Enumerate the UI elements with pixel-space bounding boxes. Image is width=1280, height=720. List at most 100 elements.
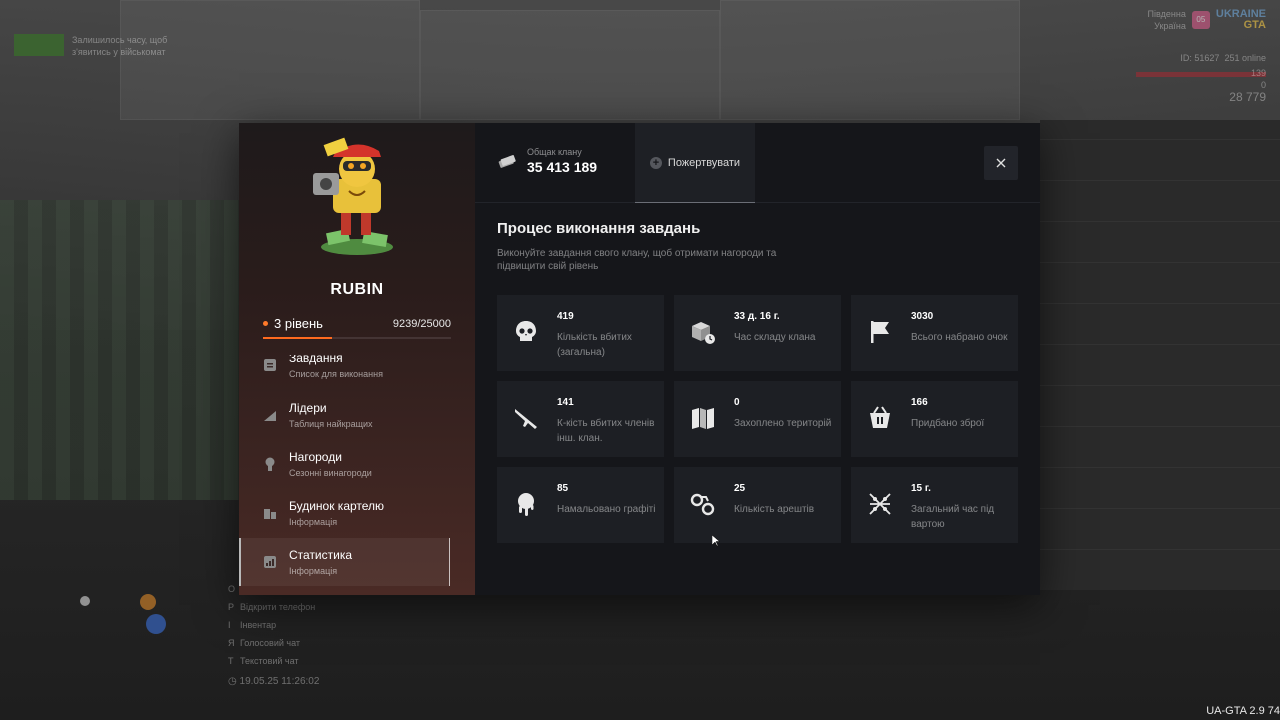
level-row: 3 рівень 9239/25000	[263, 316, 451, 331]
donate-button[interactable]: + Пожертвувати	[635, 123, 755, 203]
stat-card: 419 Кількість вбитих (загальна)	[497, 295, 664, 371]
stat-value: 15 г.	[911, 483, 931, 494]
clan-name: RUBIN	[330, 281, 384, 298]
menu-title: Завдання	[289, 355, 343, 365]
stat-label: Загальний час під вартою	[911, 504, 995, 530]
menu-item-rewards[interactable]: Нагороди Сезонні винагороди	[239, 440, 475, 488]
stat-value: 419	[557, 311, 574, 322]
clock-icon: ◷	[228, 676, 237, 687]
menu-item-leaders[interactable]: Лідери Таблиця найкращих	[239, 391, 475, 439]
handcuffs-icon	[690, 493, 715, 516]
spray-icon	[518, 493, 534, 516]
help-row: I Інвентар	[228, 616, 315, 634]
stat-label: Придбано зброї	[911, 418, 985, 429]
version-label: UA-GTA 2.9 74	[1206, 705, 1280, 717]
help-key: I	[228, 620, 231, 630]
menu-title: Лідери	[289, 400, 327, 415]
server-region: Південна	[1147, 9, 1186, 19]
stat-card: 25 Кількість арештів	[674, 467, 841, 543]
stat-card: 3030 Всього набрано очок	[851, 295, 1018, 371]
stat-value: 85	[557, 483, 569, 494]
menu-subtitle: Сезонні винагороди	[289, 467, 372, 478]
server-logo: UKRAINE GTA	[1216, 9, 1266, 31]
menu-title: Будинок картелю	[289, 498, 385, 513]
medal-icon	[265, 457, 275, 471]
bank-label: Общак клану	[527, 147, 582, 157]
xp-progress-fill	[263, 337, 333, 339]
menu-subtitle: Інформація	[289, 565, 338, 576]
datetime-text: 19.05.25 11:26:02	[239, 676, 320, 687]
clan-level: 3 рівень	[263, 316, 323, 331]
background-grid	[1040, 120, 1280, 590]
flag-icon	[871, 321, 889, 343]
stat-value: 0	[734, 397, 740, 408]
clan-avatar	[313, 137, 393, 255]
stat-value: 25	[734, 483, 746, 494]
logo-line: GTA	[1243, 19, 1266, 31]
minimap-marker	[140, 594, 156, 610]
minimap-marker	[80, 596, 90, 606]
menu-title: Статистика	[289, 547, 353, 562]
stat-card: 15 г. Загальний час під вартою	[851, 467, 1018, 543]
stat-card: 0 Захоплено територій	[674, 381, 841, 457]
notice-line: з'явитись у військомат	[72, 47, 166, 57]
background-graffiti	[720, 0, 1020, 120]
help-row: Я Голосовий чат	[228, 634, 315, 652]
clan-modal: RUBIN 3 рівень 9239/25000 Завдання Список…	[239, 123, 1040, 595]
donate-label: Пожертвувати	[667, 156, 741, 169]
stat-label: К-кість вбитих членів інш. клан.	[557, 418, 655, 444]
hud-server-info: Південна Україна 05 UKRAINE GTA	[1148, 8, 1266, 32]
clan-menu: Завдання Список для виконання Лідери Табли…	[239, 355, 475, 595]
menu-subtitle: Інформація	[289, 516, 338, 527]
menu-title: Нагороди	[289, 449, 342, 464]
clan-content: Общак клану 35 413 189 + Пожертвувати Пр…	[475, 123, 1040, 595]
stat-card: 141 К-кість вбитих членів інш. клан.	[497, 381, 664, 457]
menu-item-tasks[interactable]: Завдання Список для виконання	[239, 355, 475, 389]
stat-label: Захоплено територій	[734, 418, 832, 429]
money-value: 28 779	[1229, 90, 1266, 104]
close-icon	[996, 158, 1006, 168]
help-text: Текстовий чат	[240, 656, 299, 666]
chart-icon	[264, 411, 276, 421]
server-badge: 05	[1191, 11, 1210, 29]
stat-label: Кількість арештів	[734, 504, 815, 515]
section-subtitle: Виконуйте завдання свого клану, щоб отри…	[497, 248, 777, 272]
clan-xp: 9239/25000	[392, 317, 451, 330]
basket-icon	[870, 406, 890, 428]
stats-grid: 419 Кількість вбитих (загальна) 33 д. 16…	[497, 295, 1018, 543]
help-key: P	[228, 602, 235, 612]
clan-bank: Общак клану 35 413 189	[497, 147, 597, 175]
stat-value: 166	[911, 397, 928, 408]
notice-line: Залишилось часу, щоб	[72, 35, 168, 45]
money-stack-icon	[498, 155, 516, 168]
online-count: 251 online	[1224, 53, 1266, 63]
minimap	[70, 580, 190, 640]
notice-bar	[14, 34, 64, 56]
menu-item-statistics[interactable]: Статистика Інформація	[239, 538, 450, 586]
level-dot-icon	[263, 321, 268, 326]
menu-subtitle: Таблиця найкращих	[289, 418, 373, 429]
clan-sidebar: RUBIN 3 рівень 9239/25000 Завдання Список…	[239, 123, 475, 595]
health-value: 139	[1250, 68, 1266, 78]
help-row: T Текстовий чат	[228, 652, 315, 670]
close-button[interactable]	[984, 146, 1018, 180]
clan-topbar: Общак клану 35 413 189 + Пожертвувати	[475, 123, 1040, 203]
hud-player-stats: ID: 51627 251 online 139 0 28 779	[1136, 52, 1266, 103]
stat-value: 33 д. 16 г.	[734, 311, 780, 322]
section-title: Процес виконання завдань	[497, 220, 701, 237]
level-label: 3 рівень	[274, 316, 323, 331]
stat-card: 33 д. 16 г. Час складу клана	[674, 295, 841, 371]
menu-item-cartel-house[interactable]: Будинок картелю Інформація	[239, 489, 475, 537]
stats-icon	[264, 556, 276, 568]
box-clock-icon	[692, 322, 715, 344]
background-graffiti	[120, 0, 420, 120]
background-graffiti	[420, 10, 720, 120]
hud-notice: Залишилось часу, щоб з'явитись у військо…	[14, 34, 167, 58]
stat-label: Час складу клана	[734, 332, 816, 343]
stat-card: 166 Придбано зброї	[851, 381, 1018, 457]
help-text: Інвентар	[240, 620, 277, 630]
server-region: Україна	[1154, 21, 1186, 31]
rifle-icon	[515, 409, 537, 429]
help-key: T	[228, 656, 234, 666]
map-icon	[692, 408, 714, 429]
